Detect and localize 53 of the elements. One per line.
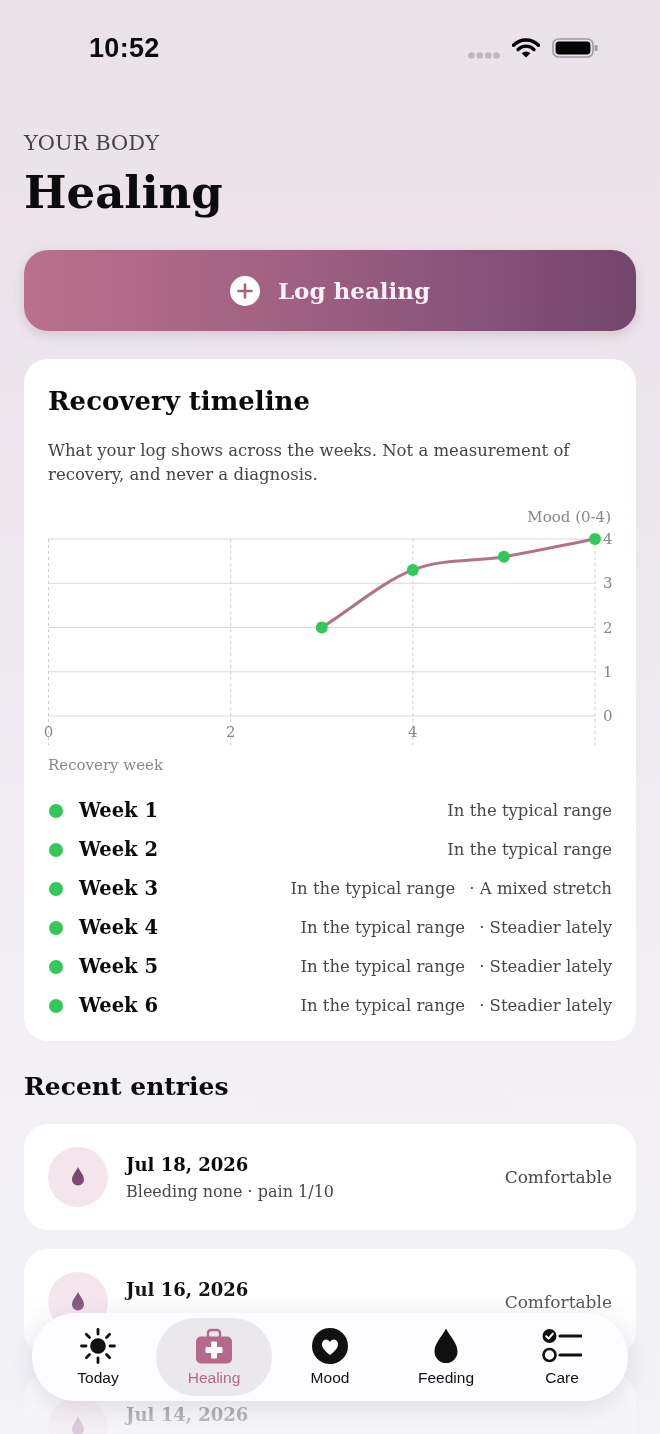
week-note: · A mixed stretch [469, 879, 612, 898]
y-tick-label: 4 [603, 530, 613, 548]
x-tick-label: 4 [408, 723, 418, 741]
log-healing-button[interactable]: Log healing [24, 250, 636, 331]
battery-icon [552, 38, 598, 58]
week-status: In the typical range [300, 918, 466, 937]
week-status: In the typical range [290, 879, 456, 898]
sun-icon [80, 1327, 116, 1364]
y-tick-label: 3 [603, 574, 613, 593]
week-label: Week 1 [79, 799, 158, 822]
data-point [497, 550, 510, 563]
week-status: In the typical range [300, 957, 466, 976]
data-point [406, 564, 419, 576]
week-note: · Steadier lately [479, 918, 612, 937]
week-status: In the typical range [447, 801, 612, 820]
wifi-icon [512, 38, 540, 58]
entry-date: Jul 18, 2026 [126, 1153, 249, 1177]
week-status: In the typical range [300, 996, 466, 1015]
entry-feeling: Comfortable [504, 1167, 612, 1187]
entry-date: Jul 16, 2026 [126, 1278, 249, 1302]
card-description: What your log shows across the weeks. Not a measurement of recovery, and never a diagnosis. [48, 440, 572, 486]
y-tick-label: 2 [603, 618, 613, 637]
section-eyebrow: YOUR BODY [24, 130, 161, 157]
week-status: In the typical range [447, 840, 612, 859]
page-title: Healing [24, 165, 224, 221]
x-tick-label: 0 [43, 723, 54, 741]
y-tick-label: 1 [603, 662, 613, 681]
entry-feeling: Comfortable [504, 1292, 612, 1312]
week-note: · Steadier lately [479, 996, 612, 1015]
section-title: Recent entries [24, 1071, 230, 1103]
week-note: · Steadier lately [479, 957, 612, 976]
drop-icon [48, 1147, 108, 1207]
entry-card[interactable]: Jul 18, 2026 Bleeding none · pain 1/10 Comfortable [24, 1124, 636, 1230]
week-label: Week 2 [79, 838, 158, 861]
status-time: 10:52 [89, 32, 160, 64]
y-axis-title: Mood (0-4) [527, 508, 611, 526]
plus-icon [229, 275, 260, 306]
card-title: Recovery timeline [48, 385, 311, 418]
medical-bag-icon [194, 1327, 234, 1364]
data-point [589, 533, 601, 545]
entry-detail: Bleeding none · pain 1/10 [126, 1181, 334, 1203]
week-label: Week 5 [79, 955, 158, 978]
checklist-icon [542, 1327, 582, 1364]
x-tick-label: 2 [225, 723, 236, 741]
week-label: Week 4 [79, 916, 158, 939]
x-axis-title: Recovery week [48, 756, 164, 774]
signal-icon [468, 51, 500, 59]
data-point [315, 621, 328, 634]
week-label: Week 6 [79, 994, 158, 1017]
drop-icon [433, 1327, 459, 1364]
week-label: Week 3 [79, 877, 158, 900]
y-tick-label: 0 [603, 707, 613, 725]
entry-date: Jul 14, 2026 [126, 1403, 249, 1427]
